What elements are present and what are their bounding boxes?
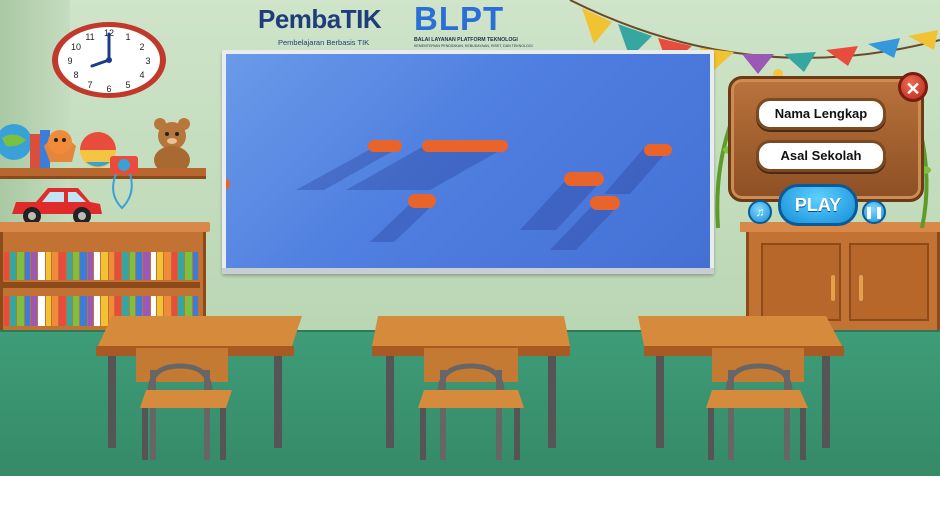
svg-text:4: 4 [139,70,144,80]
svg-text:9: 9 [67,56,72,66]
blpt-wordmark: BLPT [414,0,505,37]
school-origin-button[interactable]: Asal Sekolah [756,140,886,172]
board-decoration [226,140,672,250]
classroom-scene: PembaTIK Pembelajaran Berbasis TIK BLPT … [0,0,940,476]
book-spine [46,252,51,280]
close-button[interactable]: ✕ [898,72,928,102]
book-spine [73,252,79,280]
book-spine [143,252,150,280]
wall-shelf [0,168,206,176]
play-button[interactable]: PLAY [778,184,858,226]
svg-text:1: 1 [125,32,130,42]
svg-text:6: 6 [106,84,111,94]
blpt-logo: BLPT BALAI LAYANAN PLATFORM TEKNOLOGI KE… [414,0,544,50]
book-spine [10,252,16,280]
book-spine [130,252,135,280]
pembatik-logo: PembaTIK Pembelajaran Berbasis TIK [258,4,398,48]
whiteboard-tray [222,268,714,274]
game-menu-sign: Nama Lengkap Asal Sekolah ✕ ♫ PLAY ❚❚ [712,60,940,230]
book-spine [164,252,171,280]
book-spine [185,252,192,280]
blpt-name: BALAI LAYANAN PLATFORM TEKNOLOGI [414,37,518,43]
game-board-screen [226,54,710,270]
svg-text:5: 5 [125,80,130,90]
music-icon: ♫ [755,205,765,219]
book-spine [38,252,45,280]
book-spine [136,252,142,280]
svg-text:11: 11 [85,32,94,42]
bookcase-top [0,222,210,232]
desk-center [372,316,570,460]
toy-camera [110,156,138,210]
book-spine [115,252,121,280]
pause-icon: ❚❚ [864,205,885,219]
desk-left [96,316,302,460]
book-spine [80,252,87,280]
svg-text:2: 2 [139,42,144,52]
pembatik-wordmark: PembaTIK [258,4,382,34]
book-spine [172,252,177,280]
blpt-ministry: KEMENTERIAN PENDIDIKAN, KEBUDAYAAN, RISE… [414,44,533,48]
student-desks [96,316,844,460]
book-spine [17,252,24,280]
book-spine [193,252,198,280]
book-spine [4,252,9,280]
book-spine [94,252,100,280]
desk-right [638,316,844,460]
book-spine [59,252,66,280]
book-spine [122,252,129,280]
book-spine [151,252,156,280]
book-spine [109,252,114,280]
full-name-button[interactable]: Nama Lengkap [756,98,886,130]
book-spine [52,252,58,280]
book-spine [67,252,72,280]
book-spine [25,252,30,280]
close-icon: ✕ [905,79,921,99]
music-button[interactable]: ♫ [748,200,772,224]
book-spine [101,252,108,280]
svg-text:3: 3 [145,56,150,66]
svg-text:7: 7 [87,80,92,90]
book-spine [157,252,163,280]
svg-text:8: 8 [73,70,78,80]
book-spine [31,252,37,280]
wall-clock: 1212 345 678 91011 [52,22,166,98]
pembatik-tagline: Pembelajaran Berbasis TIK [278,38,370,47]
pause-button[interactable]: ❚❚ [862,200,886,224]
book-spine [178,252,184,280]
svg-text:10: 10 [71,42,81,52]
book-spine [88,252,93,280]
